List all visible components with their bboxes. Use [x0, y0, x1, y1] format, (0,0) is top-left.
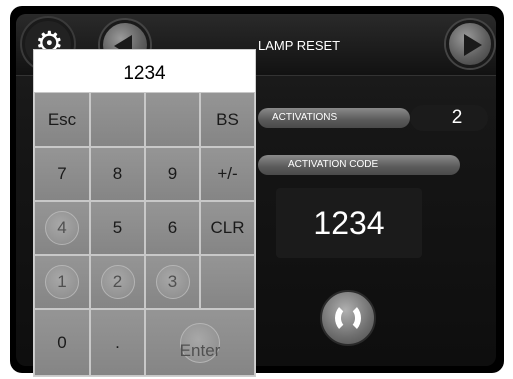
activations-label: ACTIVATIONS [258, 108, 410, 128]
key-8[interactable]: 8 [90, 147, 145, 201]
key-4[interactable]: 4 [34, 201, 90, 255]
key-3[interactable]: 3 [145, 255, 200, 309]
key-plus-minus[interactable]: +/- [200, 147, 255, 201]
power-button[interactable] [320, 290, 376, 346]
key-5[interactable]: 5 [90, 201, 145, 255]
key-9[interactable]: 9 [145, 147, 200, 201]
key-backspace[interactable]: BS [200, 92, 255, 147]
activation-code-field[interactable]: 1234 [276, 188, 422, 258]
numeric-keypad: 1234 Esc BS 7 8 9 +/- 4 5 6 CLR 1 2 3 0 … [33, 49, 256, 377]
key-esc[interactable]: Esc [34, 92, 90, 147]
key-7[interactable]: 7 [34, 147, 90, 201]
activations-value: 2 [410, 105, 488, 131]
keypad-display: 1234 [34, 50, 255, 92]
key-blank-1 [90, 92, 145, 147]
forward-arrow-icon [464, 34, 482, 56]
forward-button[interactable] [446, 20, 494, 68]
key-2[interactable]: 2 [90, 255, 145, 309]
key-1[interactable]: 1 [34, 255, 90, 309]
activation-code-label: ACTIVATION CODE [258, 155, 460, 175]
power-icon [335, 303, 361, 333]
key-enter[interactable]: Enter [145, 309, 255, 376]
key-0[interactable]: 0 [34, 309, 90, 376]
key-clear[interactable]: CLR [200, 201, 255, 255]
key-blank-2 [145, 92, 200, 147]
key-blank-3 [200, 255, 255, 309]
page-title: LAMP RESET [258, 38, 341, 53]
key-decimal[interactable]: . [90, 309, 145, 376]
key-6[interactable]: 6 [145, 201, 200, 255]
